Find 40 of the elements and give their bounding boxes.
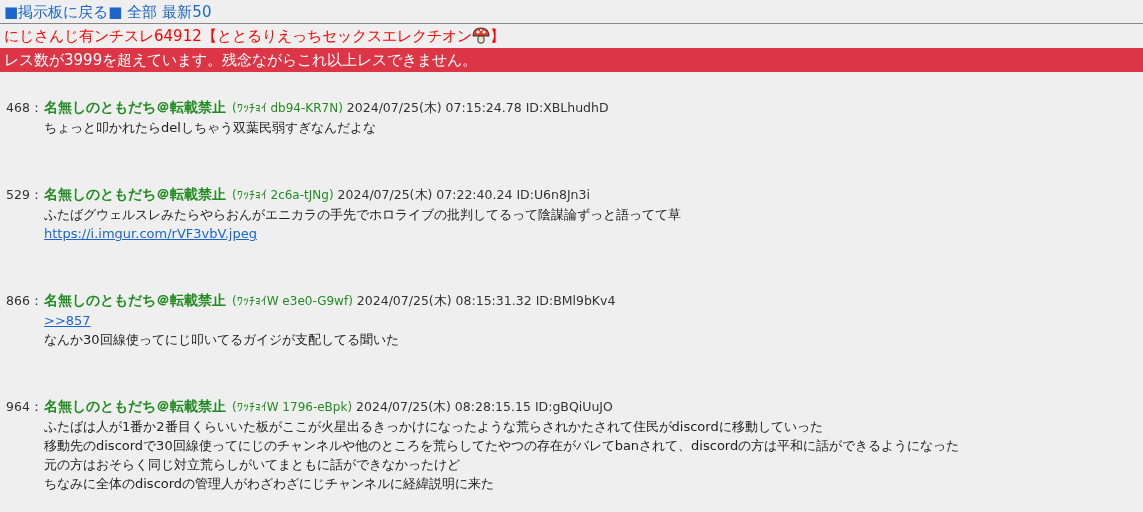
post-link[interactable]: >>857 (44, 313, 91, 328)
post-text: なんか30回線使ってにじ叩いてるガイジが支配してる聞いた (43, 331, 400, 349)
post-text: ちょっと叩かれたらdelしちゃう双葉民弱すぎなんだよな (43, 119, 377, 137)
post-text: ちなみに全体のdiscordの管理人がわざわざにじチャンネルに経緯説明に来た (43, 475, 496, 493)
post-separator: ： (30, 99, 44, 117)
poster-name: 名無しのともだち＠転載禁止 (44, 98, 226, 117)
poster-trip: (ﾜｯﾁｮｲ 2c6a-tJNg) (232, 187, 334, 204)
notice-banner: レス数が3999を超えています。残念ながらこれ以上レスできません。 (0, 48, 1143, 72)
post-date: 2024/07/25(木) 07:15:24.78 (346, 99, 522, 117)
thread-title-bracket: 】 (489, 26, 505, 46)
nav-link[interactable]: ■掲示板に戻る■ (4, 2, 123, 22)
poster-name: 名無しのともだち＠転載禁止 (44, 397, 226, 416)
nav-link[interactable]: 最新50 (162, 2, 212, 22)
poster-name: 名無しのともだち＠転載禁止 (44, 291, 226, 310)
post-number: 468 (6, 99, 30, 117)
post-separator: ： (30, 398, 44, 416)
post-text: 移動先のdiscordで30回線使ってにじのチャンネルや他のところを荒らしてたやつの存在がバレてbanされて、discordの方は平和に話ができるようになった (43, 437, 961, 455)
post-date: 2024/07/25(木) 07:22:40.24 (337, 186, 513, 204)
post-link[interactable]: https://i.imgur.com/rVF3vbV.jpeg (44, 226, 257, 241)
poster-trip: (ﾜｯﾁｮｲW e3e0-G9wf) (232, 293, 353, 310)
post-separator: ： (30, 292, 44, 310)
poster-id: ID:gBQiUuJO (534, 398, 613, 416)
post-number: 866 (6, 292, 30, 310)
post-text: 元の方はおそらく同じ対立荒らしがいてまともに話ができなかったけど (43, 456, 461, 474)
mushroom-icon (471, 27, 490, 45)
post-date: 2024/07/25(木) 08:28:15.15 (356, 398, 531, 416)
post-number: 529 (6, 186, 30, 204)
thread-title: にじさんじ有ンチスレ64912【ととるりえっちセックスエレクチオン (4, 26, 472, 46)
post-separator: ： (30, 186, 44, 204)
poster-id: ID:XBLhudhD (525, 99, 609, 117)
poster-trip: (ﾜｯﾁｮｲW 1796-eBpk) (232, 399, 353, 416)
post-text: ふたばグウェルスレみたらやらおんがエニカラの手先でホロライブの批判してるって陰謀論ずっと語ってて草 (43, 206, 682, 224)
poster-name: 名無しのともだち＠転載禁止 (44, 185, 226, 204)
poster-id: ID:BMl9bKv4 (535, 292, 616, 310)
post-text: ふたばは人が1番か2番目くらいいた板がここが火星出るきっかけになったような荒らされかたされて住民がdiscordに移動していった (43, 418, 824, 436)
nav-link[interactable]: 全部 (127, 2, 158, 22)
poster-trip: (ﾜｯﾁｮｲ db94-KR7N) (232, 100, 343, 117)
post-date: 2024/07/25(木) 08:15:31.32 (356, 292, 532, 310)
post-number: 964 (6, 398, 30, 416)
poster-id: ID:U6n8Jn3i (516, 186, 590, 204)
